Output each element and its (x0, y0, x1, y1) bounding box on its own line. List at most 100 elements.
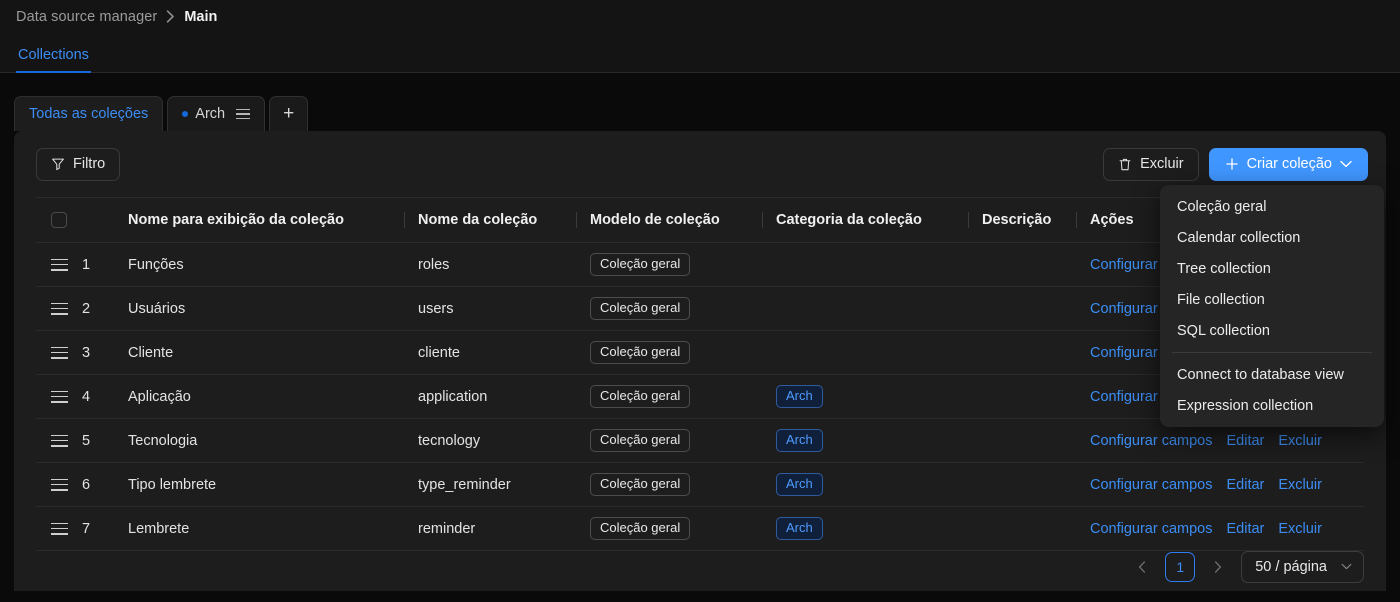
row-delete-link[interactable]: Excluir (1278, 433, 1322, 449)
table-row: 6 Tipo lembrete type_reminder Coleção ge… (36, 463, 1364, 507)
create-collection-label: Criar coleção (1247, 156, 1332, 172)
plus-icon (1225, 157, 1239, 171)
model-badge: Coleção geral (590, 253, 690, 276)
row-collection-name: cliente (404, 345, 576, 361)
drag-handle-icon[interactable] (51, 303, 68, 315)
menu-item[interactable]: Coleção geral (1160, 191, 1384, 222)
category-badge: Arch (776, 473, 823, 496)
row-index: 1 (82, 257, 114, 273)
breadcrumb-bar: Data source manager Main (0, 0, 1400, 34)
row-edit-link[interactable]: Editar (1227, 477, 1265, 493)
row-edit-link[interactable]: Editar (1227, 433, 1265, 449)
header-description: Descrição (968, 212, 1076, 228)
collection-tab-all[interactable]: Todas as coleções (14, 96, 163, 131)
model-badge: Coleção geral (590, 473, 690, 496)
drag-handle-icon[interactable] (51, 391, 68, 403)
pagination-next-button[interactable] (1204, 553, 1232, 581)
page-size-select[interactable]: 50 / página (1241, 551, 1364, 583)
pagination-prev-button[interactable] (1128, 553, 1156, 581)
row-index: 4 (82, 389, 114, 405)
page-tab-bar: Collections (0, 34, 1400, 73)
row-category-cell: Arch (762, 429, 968, 452)
breadcrumb-current: Main (184, 9, 217, 25)
row-model-cell: Coleção geral (576, 473, 762, 496)
chevron-down-icon (1340, 160, 1352, 168)
row-collection-name: type_reminder (404, 477, 576, 493)
plus-icon: + (283, 103, 294, 125)
drag-handle-icon[interactable] (51, 523, 68, 535)
row-model-cell: Coleção geral (576, 429, 762, 452)
header-model: Modelo de coleção (576, 212, 762, 228)
header-category: Categoria da coleção (762, 212, 968, 228)
row-drag-handle[interactable] (36, 347, 82, 359)
row-drag-handle[interactable] (36, 479, 82, 491)
collection-tab-arch[interactable]: Arch (167, 96, 265, 131)
row-display-name: Funções (114, 257, 404, 273)
row-edit-link[interactable]: Editar (1227, 521, 1265, 537)
row-drag-handle[interactable] (36, 259, 82, 271)
status-dot-icon (182, 111, 188, 117)
menu-item[interactable]: File collection (1160, 284, 1384, 315)
menu-item[interactable]: Expression collection (1160, 390, 1384, 421)
create-collection-button[interactable]: Criar coleção (1209, 148, 1368, 181)
pagination: 1 50 / página (1128, 551, 1364, 583)
drag-handle-icon[interactable] (51, 259, 68, 271)
row-configure-link[interactable]: Configurar (1090, 345, 1158, 361)
add-collection-tab-button[interactable]: + (269, 96, 308, 131)
category-badge: Arch (776, 517, 823, 540)
row-drag-handle[interactable] (36, 303, 82, 315)
collection-tab-strip: Todas as coleções Arch + (14, 96, 308, 131)
row-collection-name: users (404, 301, 576, 317)
row-actions-group: Configurar campos Editar Excluir (1090, 477, 1364, 493)
row-collection-name: application (404, 389, 576, 405)
collection-tab-arch-label: Arch (195, 106, 225, 122)
delete-button-label: Excluir (1140, 156, 1184, 172)
delete-button[interactable]: Excluir (1103, 148, 1199, 181)
trash-icon (1118, 157, 1132, 172)
funnel-icon (51, 157, 65, 171)
menu-item[interactable]: Calendar collection (1160, 222, 1384, 253)
table-row: 7 Lembrete reminder Coleção geral Arch C… (36, 507, 1364, 551)
collection-tab-all-label: Todas as coleções (29, 106, 148, 122)
row-actions: Configurar campos Editar Excluir (1076, 477, 1364, 493)
row-configure-link[interactable]: Configurar campos (1090, 521, 1213, 537)
row-configure-link[interactable]: Configurar (1090, 301, 1158, 317)
drag-handle-icon[interactable] (51, 347, 68, 359)
drag-handle-icon[interactable] (51, 435, 68, 447)
filter-button[interactable]: Filtro (36, 148, 120, 181)
menu-item[interactable]: Connect to database view (1160, 359, 1384, 390)
row-delete-link[interactable]: Excluir (1278, 521, 1322, 537)
row-index: 3 (82, 345, 114, 361)
model-badge: Coleção geral (590, 429, 690, 452)
menu-item[interactable]: SQL collection (1160, 315, 1384, 346)
row-display-name: Aplicação (114, 389, 404, 405)
row-configure-link[interactable]: Configurar (1090, 257, 1158, 273)
hamburger-menu-icon[interactable] (236, 109, 250, 119)
app-root: Data source manager Main Collections Tod… (0, 0, 1400, 602)
row-drag-handle[interactable] (36, 435, 82, 447)
row-drag-handle[interactable] (36, 523, 82, 535)
row-actions-group: Configurar campos Editar Excluir (1090, 521, 1364, 537)
chevron-down-icon (1341, 561, 1352, 573)
create-collection-menu[interactable]: Coleção geralCalendar collectionTree col… (1160, 185, 1384, 427)
breadcrumb-root[interactable]: Data source manager (16, 9, 157, 25)
tab-collections[interactable]: Collections (16, 47, 91, 72)
row-model-cell: Coleção geral (576, 253, 762, 276)
row-configure-link[interactable]: Configurar campos (1090, 433, 1213, 449)
row-delete-link[interactable]: Excluir (1278, 477, 1322, 493)
drag-handle-icon[interactable] (51, 479, 68, 491)
pagination-page-1[interactable]: 1 (1165, 552, 1195, 582)
row-drag-handle[interactable] (36, 391, 82, 403)
row-index: 2 (82, 301, 114, 317)
filter-button-label: Filtro (73, 156, 105, 172)
row-index: 6 (82, 477, 114, 493)
row-configure-link[interactable]: Configurar (1090, 389, 1158, 405)
row-index: 5 (82, 433, 114, 449)
select-all-checkbox[interactable] (51, 212, 67, 228)
chevron-right-icon (166, 10, 175, 25)
model-badge: Coleção geral (590, 297, 690, 320)
menu-item[interactable]: Tree collection (1160, 253, 1384, 284)
row-index: 7 (82, 521, 114, 537)
row-configure-link[interactable]: Configurar campos (1090, 477, 1213, 493)
header-display-name: Nome para exibição da coleção (114, 212, 404, 228)
